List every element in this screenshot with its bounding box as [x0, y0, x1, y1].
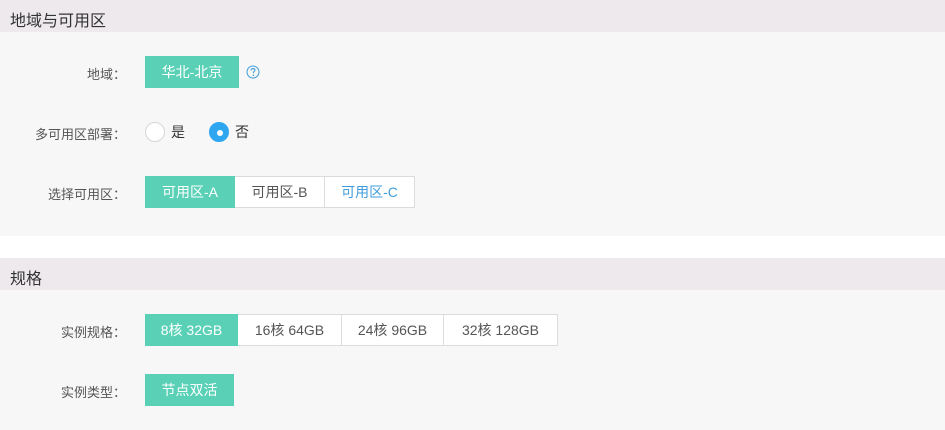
region-label: 地域：: [86, 67, 126, 82]
question-circle-icon[interactable]: [246, 65, 260, 79]
spec-section-header: 规格: [0, 258, 945, 290]
multi-az-no-radio[interactable]: 否: [209, 122, 249, 142]
region-button[interactable]: 华北-北京: [145, 56, 239, 88]
az-selector: 可用区-A 可用区-B 可用区-C: [145, 176, 415, 208]
region-section-body: 地域： 华北-北京 多可用区部署： 是 否 选择可用区： 可用区-A 可用区-B…: [0, 32, 945, 236]
az-option-b[interactable]: 可用区-B: [234, 176, 325, 208]
spec-option-32c128g[interactable]: 32核 128GB: [443, 314, 558, 346]
instance-spec-row: 实例规格： 8核 32GB 16核 64GB 24核 96GB 32核 128G…: [0, 313, 945, 347]
az-option-a[interactable]: 可用区-A: [145, 176, 235, 208]
instance-spec-label: 实例规格：: [60, 325, 126, 340]
az-option-c[interactable]: 可用区-C: [324, 176, 415, 208]
spec-option-16c64g[interactable]: 16核 64GB: [237, 314, 342, 346]
region-row: 地域： 华北-北京: [0, 55, 945, 89]
multi-az-no-label: 否: [235, 124, 249, 140]
instance-type-label: 实例类型：: [60, 385, 126, 400]
multi-az-yes-label: 是: [171, 124, 185, 140]
multi-az-row: 多可用区部署： 是 否: [0, 115, 945, 149]
spec-option-8c32g[interactable]: 8核 32GB: [145, 314, 238, 346]
radio-unchecked-icon: [145, 122, 165, 142]
region-section-header: 地域与可用区: [0, 0, 945, 32]
multi-az-yes-radio[interactable]: 是: [145, 122, 185, 142]
region-section-title: 地域与可用区: [10, 13, 107, 30]
instance-type-button[interactable]: 节点双活: [145, 374, 234, 406]
spec-section-title: 规格: [10, 271, 43, 288]
az-label: 选择可用区：: [47, 187, 126, 202]
multi-az-label: 多可用区部署：: [34, 127, 126, 142]
radio-checked-icon: [209, 122, 229, 142]
instance-spec-selector: 8核 32GB 16核 64GB 24核 96GB 32核 128GB: [145, 314, 558, 346]
az-row: 选择可用区： 可用区-A 可用区-B 可用区-C: [0, 175, 945, 209]
instance-type-row: 实例类型： 节点双活: [0, 373, 945, 407]
spec-option-24c96g[interactable]: 24核 96GB: [341, 314, 444, 346]
spec-section-body: 实例规格： 8核 32GB 16核 64GB 24核 96GB 32核 128G…: [0, 290, 945, 430]
